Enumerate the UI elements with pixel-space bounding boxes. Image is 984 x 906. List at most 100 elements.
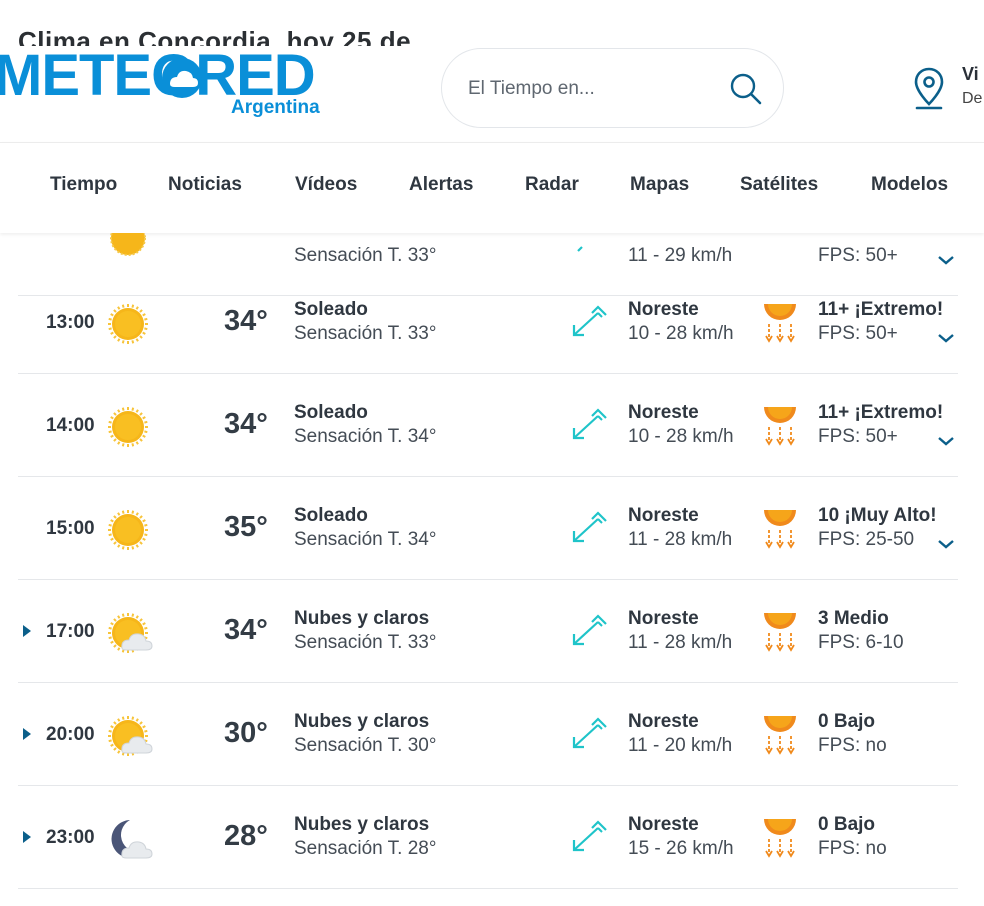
- wind-direction: Noreste: [628, 299, 699, 320]
- wind-direction-icon: [577, 246, 583, 252]
- sun-cloud-icon: [108, 716, 153, 756]
- fps-value: FPS: 50+: [818, 323, 898, 344]
- hour: 15:00: [46, 518, 95, 539]
- wind-direction: Noreste: [628, 505, 699, 526]
- condition: Nubes y claros: [294, 814, 430, 835]
- sun-cloud-icon: [108, 613, 153, 653]
- search-input[interactable]: [466, 71, 720, 107]
- feels-like: Sensación T. 28°: [294, 838, 437, 859]
- chevron-down-icon[interactable]: [936, 253, 956, 267]
- uv-index: 10 ¡Muy Alto!: [818, 505, 937, 526]
- expand-arrow-icon[interactable]: [23, 831, 31, 843]
- chevron-down-icon[interactable]: [936, 434, 956, 448]
- uv-index: 0 Bajo: [818, 814, 876, 835]
- nav-satelites[interactable]: Satélites: [740, 174, 818, 196]
- temperature: 30°: [224, 717, 268, 749]
- uv-index-icon: [764, 716, 796, 755]
- condition: Soleado: [294, 402, 368, 423]
- chevron-down-icon[interactable]: [936, 331, 956, 345]
- hour: 23:00: [46, 827, 95, 848]
- temperature: 34°: [224, 408, 268, 440]
- fps-value: FPS: 50+: [818, 245, 898, 266]
- table-row[interactable]: 23:00 28° Nubes y claros Sensación T. 28° No…: [18, 786, 958, 889]
- wind-speed: 11 - 29 km/h: [628, 245, 733, 266]
- search-box: [441, 48, 784, 128]
- table-row[interactable]: 20:00 30° Nubes y claros Sensación T. 30° No…: [18, 683, 958, 786]
- uv-index: 3 Medio: [818, 608, 889, 629]
- site-header: Clima en Concordia, hoy 25 de METEORED A…: [0, 0, 984, 142]
- moon-cloud-icon: [111, 820, 153, 859]
- meteored-logo[interactable]: METEORED Argentina: [0, 46, 354, 122]
- nav-mapas[interactable]: Mapas: [630, 174, 689, 196]
- sun-icon: [110, 233, 146, 256]
- temperature: 35°: [224, 511, 268, 543]
- feels-like: Sensación T. 33°: [294, 245, 437, 266]
- fps-value: FPS: 50+: [818, 426, 898, 447]
- condition: Nubes y claros: [294, 711, 430, 732]
- table-row[interactable]: 14:00 34° Soleado Sensación T. 34° Noreste 10…: [18, 374, 958, 477]
- temperature: 34°: [224, 614, 268, 646]
- wind-speed: 11 - 20 km/h: [628, 735, 733, 756]
- nav-alertas[interactable]: Alertas: [409, 174, 473, 196]
- nav-modelos[interactable]: Modelos: [871, 174, 948, 196]
- feels-like: Sensación T. 33°: [294, 323, 437, 344]
- feels-like: Sensación T. 34°: [294, 529, 437, 550]
- condition: Nubes y claros: [294, 608, 430, 629]
- location-region: De: [962, 90, 983, 107]
- wind-direction-icon: [572, 614, 607, 646]
- hourly-forecast-table: Sensación T. 33° 11 - 29 km/h FPS: 50+ 1…: [0, 233, 984, 906]
- uv-index: 0 Bajo: [818, 711, 876, 732]
- wind-direction-icon: [572, 820, 607, 852]
- temperature: 28°: [224, 820, 268, 852]
- chevron-down-icon[interactable]: [936, 537, 956, 551]
- fps-value: FPS: 25-50: [818, 529, 915, 550]
- hour: 17:00: [46, 621, 95, 642]
- table-row[interactable]: 13:00 34° Soleado Sensación T. 33° Noreste 10…: [18, 271, 958, 374]
- location-selector[interactable]: Vi De: [912, 62, 984, 112]
- uv-index: 11+ ¡Extremo!: [818, 402, 944, 423]
- expand-arrow-icon[interactable]: [23, 728, 31, 740]
- sun-icon: [108, 510, 148, 550]
- wind-direction: Noreste: [628, 608, 699, 629]
- fps-value: FPS: no: [818, 735, 887, 756]
- logo-country: Argentina: [231, 97, 320, 118]
- wind-direction: Noreste: [628, 402, 699, 423]
- location-pin-icon: [914, 67, 944, 110]
- nav-videos[interactable]: Vídeos: [295, 174, 357, 196]
- search-icon[interactable]: [728, 71, 764, 107]
- wind-direction-icon: [572, 305, 607, 337]
- sun-icon: [108, 304, 148, 344]
- condition: Soleado: [294, 299, 368, 320]
- wind-speed: 11 - 28 km/h: [628, 632, 733, 653]
- wind-direction-icon: [572, 717, 607, 749]
- uv-index-icon: [764, 613, 796, 652]
- uv-index-icon: [764, 304, 796, 343]
- wind-direction-icon: [572, 408, 607, 440]
- wind-speed: 10 - 28 km/h: [628, 426, 734, 447]
- table-row[interactable]: 15:00 35° Soleado Sensación T. 34° Noreste 11…: [18, 477, 958, 580]
- table-row[interactable]: 17:00 34° Nubes y claros Sensación T. 33° No…: [18, 580, 958, 683]
- wind-speed: 15 - 26 km/h: [628, 838, 734, 859]
- uv-index-icon: [764, 819, 796, 858]
- expand-arrow-icon[interactable]: [23, 625, 31, 637]
- nav-noticias[interactable]: Noticias: [168, 174, 242, 196]
- wind-direction: Noreste: [628, 711, 699, 732]
- feels-like: Sensación T. 30°: [294, 735, 437, 756]
- hour: 14:00: [46, 415, 95, 436]
- nav-radar[interactable]: Radar: [525, 174, 579, 196]
- wind-speed: 11 - 28 km/h: [628, 529, 733, 550]
- uv-index: 11+ ¡Extremo!: [818, 299, 944, 320]
- main-nav: Tiempo Noticias Vídeos Alertas Radar Map…: [0, 142, 984, 233]
- fps-value: FPS: 6-10: [818, 632, 904, 653]
- feels-like: Sensación T. 33°: [294, 632, 437, 653]
- wind-direction-icon: [572, 511, 607, 543]
- hour: 20:00: [46, 724, 95, 745]
- temperature: 34°: [224, 305, 268, 337]
- uv-index-icon: [764, 510, 796, 549]
- uv-index-icon: [764, 407, 796, 446]
- wind-direction: Noreste: [628, 814, 699, 835]
- feels-like: Sensación T. 34°: [294, 426, 437, 447]
- nav-tiempo[interactable]: Tiempo: [50, 174, 117, 196]
- hour: 13:00: [46, 312, 95, 333]
- wind-speed: 10 - 28 km/h: [628, 323, 734, 344]
